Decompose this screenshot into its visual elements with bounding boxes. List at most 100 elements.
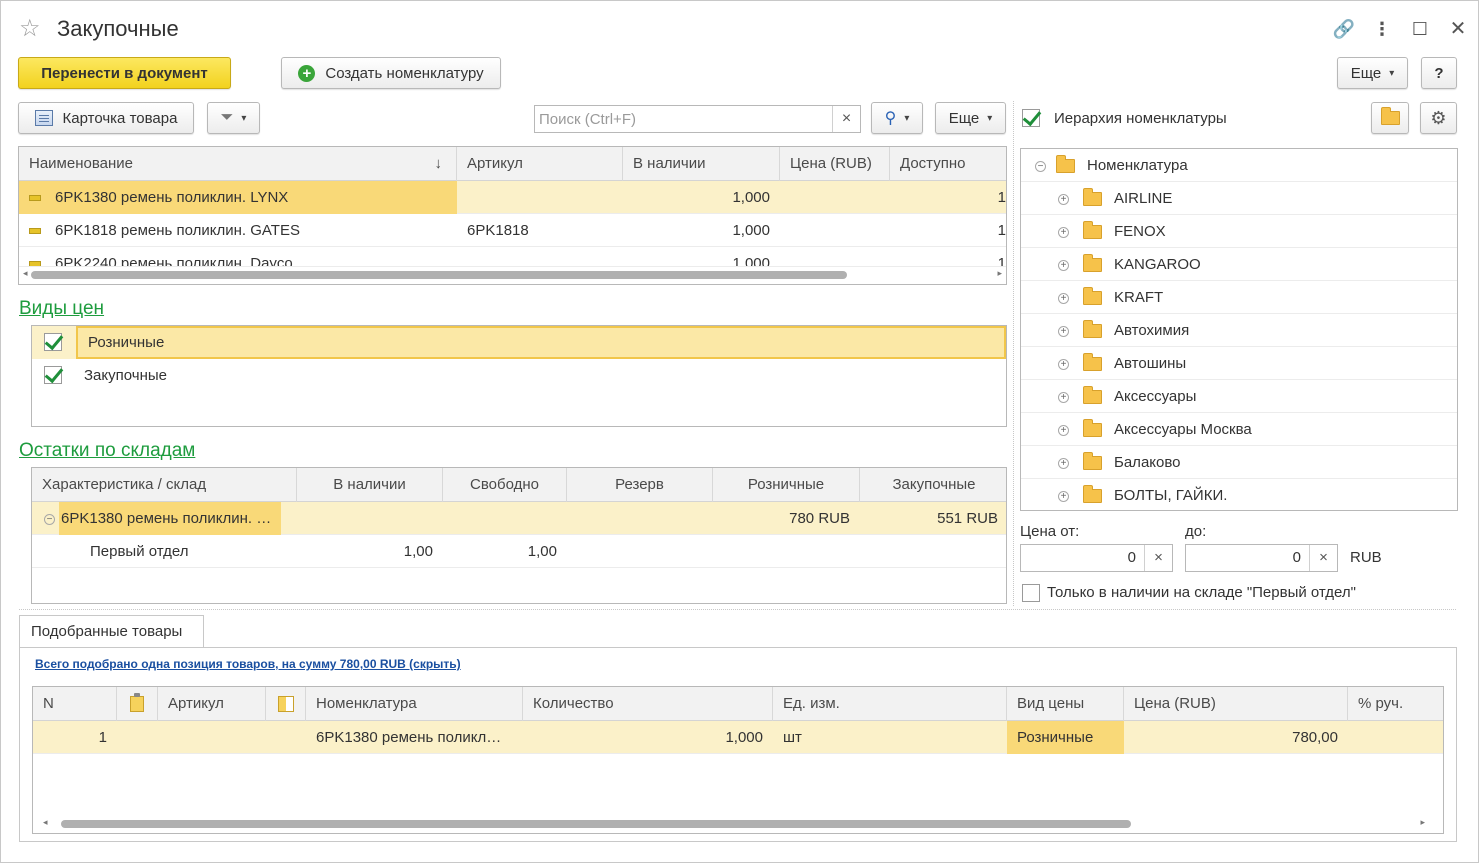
tree-item[interactable]: + Автошины bbox=[1021, 347, 1457, 380]
column-header-article[interactable]: Артикул bbox=[457, 147, 623, 181]
expand-icon[interactable]: + bbox=[1058, 325, 1069, 337]
collapse-icon[interactable]: − bbox=[1035, 160, 1046, 172]
hierarchy-label[interactable]: Иерархия номенклатуры bbox=[1054, 109, 1227, 129]
table-row[interactable]: 6PK1380 ремень поликлин. LYNX 1,000 1 bbox=[19, 181, 1006, 214]
row-price-type-cell: Розничные bbox=[1007, 721, 1124, 754]
table-row[interactable]: Первый отдел 1,00 1,00 bbox=[32, 535, 1006, 568]
hierarchy-checkbox[interactable] bbox=[1022, 109, 1040, 127]
scroll-left-icon[interactable]: ◂ bbox=[43, 817, 48, 828]
column-header-manual[interactable]: % руч. bbox=[1348, 687, 1443, 721]
expand-icon[interactable]: + bbox=[1058, 193, 1069, 205]
expand-icon[interactable]: + bbox=[1058, 292, 1069, 304]
maximize-icon[interactable]: ☐ bbox=[1406, 15, 1434, 43]
product-stock-cell: 1,000 bbox=[732, 189, 770, 206]
collapse-icon[interactable]: − bbox=[44, 513, 55, 525]
column-header-purchase[interactable]: Закупочные bbox=[860, 468, 1006, 502]
column-header-price[interactable]: Цена (RUB) bbox=[1124, 687, 1348, 721]
table-row[interactable]: 6PK2240 ремень поликлин. Dayco 1,000 1 bbox=[19, 247, 1006, 267]
selected-horizontal-scrollbar[interactable]: ◂ ▸ bbox=[37, 817, 1439, 829]
more-button[interactable]: Еще ▾ bbox=[1337, 57, 1408, 89]
tab-selected-goods[interactable]: Подобранные товары bbox=[19, 615, 204, 648]
price-to-value[interactable]: 0 bbox=[1186, 545, 1307, 571]
column-header-quantity[interactable]: Количество bbox=[523, 687, 773, 721]
expand-icon[interactable]: + bbox=[1058, 358, 1069, 370]
column-header-nomenclature[interactable]: Номенклатура bbox=[306, 687, 523, 721]
link-icon[interactable]: 🔗 bbox=[1330, 15, 1358, 43]
column-header-free[interactable]: Свободно bbox=[443, 468, 567, 502]
tree-item[interactable]: + БОЛТЫ, ГАЙКИ. bbox=[1021, 479, 1457, 510]
tree-item[interactable]: + Автохимия bbox=[1021, 314, 1457, 347]
product-card-button[interactable]: Карточка товара bbox=[18, 102, 194, 134]
tree-item[interactable]: + KANGAROO bbox=[1021, 248, 1457, 281]
price-from-value[interactable]: 0 bbox=[1021, 545, 1142, 571]
expand-icon[interactable]: + bbox=[1058, 457, 1069, 469]
card-icon bbox=[34, 110, 53, 126]
column-header-reserve[interactable]: Резерв bbox=[567, 468, 713, 502]
more-vertical-icon[interactable]: ⋮ bbox=[1368, 15, 1396, 43]
transfer-to-document-button[interactable]: Перенести в документ bbox=[18, 57, 231, 89]
only-in-stock-label[interactable]: Только в наличии на складе "Первый отдел… bbox=[1047, 584, 1356, 602]
panel-divider[interactable] bbox=[1013, 101, 1014, 606]
help-label: ? bbox=[1434, 64, 1444, 82]
column-header-n[interactable]: N bbox=[33, 687, 117, 721]
filter-button[interactable]: ⏷ ▾ bbox=[207, 102, 260, 134]
column-header-clipboard[interactable] bbox=[117, 687, 158, 721]
column-header-name[interactable]: Наименование ↓ bbox=[19, 147, 457, 181]
search-input[interactable] bbox=[535, 106, 830, 132]
tree-root[interactable]: − Номенклатура bbox=[1021, 149, 1457, 182]
table-row[interactable]: 6PK1818 ремень поликлин. GATES 6PK1818 1… bbox=[19, 214, 1006, 247]
column-header-price[interactable]: Цена (RUB) bbox=[780, 147, 890, 181]
star-icon[interactable]: ☆ bbox=[19, 15, 41, 43]
scroll-left-icon[interactable]: ◂ bbox=[23, 268, 28, 279]
table-row[interactable]: 1 6PK1380 ремень поликл… 1,000 шт Рознич… bbox=[33, 721, 1443, 754]
only-in-stock-checkbox[interactable] bbox=[1022, 584, 1040, 602]
column-header-article[interactable]: Артикул bbox=[158, 687, 266, 721]
search-clear-button[interactable]: × bbox=[832, 106, 860, 132]
search-button[interactable]: ⚲ ▾ bbox=[871, 102, 923, 134]
settings-button[interactable]: ⚙ bbox=[1420, 102, 1457, 134]
create-nomenclature-button[interactable]: + Создать номенклатуру bbox=[281, 57, 501, 89]
purchase-checkbox[interactable] bbox=[44, 366, 62, 384]
column-header-price-type[interactable]: Вид цены bbox=[1007, 687, 1124, 721]
tree-item[interactable]: + Аксессуары Москва bbox=[1021, 413, 1457, 446]
tree-item[interactable]: + Аксессуары bbox=[1021, 380, 1457, 413]
help-button[interactable]: ? bbox=[1421, 57, 1457, 89]
expand-icon[interactable]: + bbox=[1058, 259, 1069, 271]
tree-item[interactable]: + KRAFT bbox=[1021, 281, 1457, 314]
expand-icon[interactable]: + bbox=[1058, 490, 1069, 502]
column-header-stock[interactable]: В наличии bbox=[297, 468, 443, 502]
scroll-right-icon[interactable]: ▸ bbox=[1420, 817, 1425, 828]
table-row[interactable]: −6PK1380 ремень поликлин. … 780 RUB 551 … bbox=[32, 502, 1006, 535]
scroll-right-icon[interactable]: ▸ bbox=[997, 268, 1002, 279]
folder-icon bbox=[1083, 353, 1102, 372]
list-item[interactable]: Розничные bbox=[32, 326, 1006, 359]
products-horizontal-scrollbar[interactable]: ◂ ▸ bbox=[23, 268, 1002, 280]
column-header-available[interactable]: Доступно bbox=[890, 147, 1006, 181]
price-to-field[interactable]: 0 × bbox=[1185, 544, 1338, 572]
retail-checkbox[interactable] bbox=[44, 333, 62, 351]
column-header-retail[interactable]: Розничные bbox=[713, 468, 860, 502]
column-header-stock[interactable]: В наличии bbox=[623, 147, 780, 181]
expand-icon[interactable]: + bbox=[1058, 391, 1069, 403]
close-icon[interactable]: ✕ bbox=[1444, 15, 1472, 43]
expand-icon[interactable]: + bbox=[1058, 226, 1069, 238]
price-from-field[interactable]: 0 × bbox=[1020, 544, 1173, 572]
tree-item[interactable]: + FENOX bbox=[1021, 215, 1457, 248]
scrollbar-thumb[interactable] bbox=[31, 271, 847, 279]
price-from-clear-button[interactable]: × bbox=[1144, 545, 1172, 571]
tree-item[interactable]: + Балаково bbox=[1021, 446, 1457, 479]
expand-icon[interactable]: + bbox=[1058, 424, 1069, 436]
list-more-button[interactable]: Еще ▾ bbox=[935, 102, 1006, 134]
price-to-clear-button[interactable]: × bbox=[1309, 545, 1337, 571]
tree-item[interactable]: + AIRLINE bbox=[1021, 182, 1457, 215]
section-divider[interactable] bbox=[19, 609, 1456, 610]
list-item[interactable]: Закупочные bbox=[32, 359, 1006, 392]
price-types-title[interactable]: Виды цен bbox=[19, 297, 104, 321]
summary-link[interactable]: Всего подобрано одна позиция товаров, на… bbox=[35, 657, 461, 671]
scrollbar-thumb[interactable] bbox=[61, 820, 1131, 828]
column-header-characteristic[interactable] bbox=[266, 687, 306, 721]
column-header-characteristic[interactable]: Характеристика / склад bbox=[32, 468, 297, 502]
column-header-unit[interactable]: Ед. изм. bbox=[773, 687, 1007, 721]
warehouses-title[interactable]: Остатки по складам bbox=[19, 439, 195, 463]
add-folder-button[interactable] bbox=[1371, 102, 1409, 134]
